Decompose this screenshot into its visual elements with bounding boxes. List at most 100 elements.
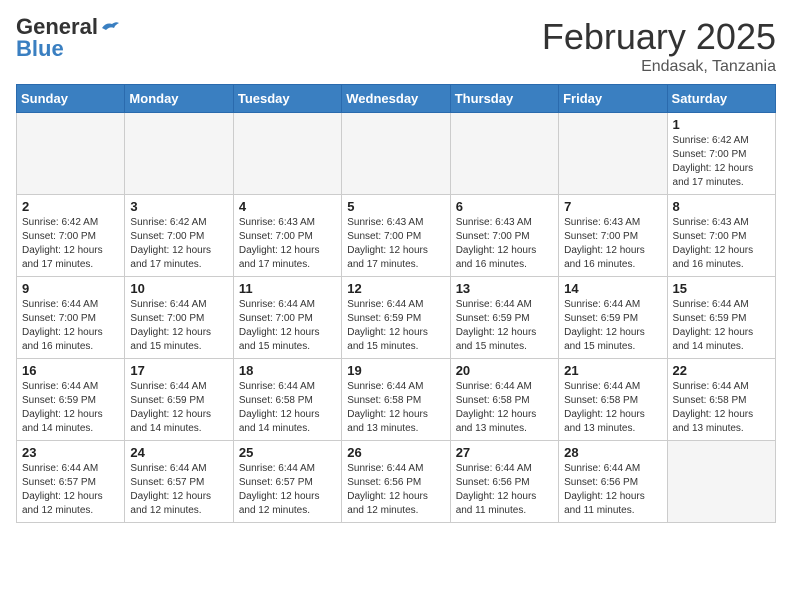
calendar-week-row: 9 Sunrise: 6:44 AM Sunset: 7:00 PM Daylig…: [17, 277, 776, 359]
weekday-header: Friday: [559, 85, 667, 113]
calendar-cell: 10 Sunrise: 6:44 AM Sunset: 7:00 PM Dayli…: [125, 277, 233, 359]
calendar-cell: [450, 113, 558, 195]
day-number: 3: [130, 199, 227, 214]
day-number: 14: [564, 281, 661, 296]
day-number: 22: [673, 363, 770, 378]
calendar-cell: 8 Sunrise: 6:43 AM Sunset: 7:00 PM Daylig…: [667, 195, 775, 277]
day-number: 21: [564, 363, 661, 378]
calendar-cell: 18Sunrise: 6:44 AM Sunset: 6:58 PM Dayli…: [233, 359, 341, 441]
calendar-cell: [125, 113, 233, 195]
day-info: Sunrise: 6:44 AM Sunset: 6:58 PM Dayligh…: [456, 380, 553, 436]
calendar-cell: 22 Sunrise: 6:44 AM Sunset: 6:58 PM Dayli…: [667, 359, 775, 441]
day-number: 5: [347, 199, 444, 214]
calendar-cell: 17 Sunrise: 6:44 AM Sunset: 6:59 PM Dayli…: [125, 359, 233, 441]
day-info: Sunrise: 6:44 AM Sunset: 6:56 PM Dayligh…: [347, 462, 444, 518]
day-number: 1: [673, 117, 770, 132]
day-number: 23: [22, 445, 119, 460]
day-info: Sunrise: 6:44 AM Sunset: 6:56 PM Dayligh…: [564, 462, 661, 518]
day-number: 9: [22, 281, 119, 296]
weekday-header: Monday: [125, 85, 233, 113]
day-number: 20: [456, 363, 553, 378]
day-number: 17: [130, 363, 227, 378]
calendar-cell: [342, 113, 450, 195]
day-info: Sunrise: 6:43 AM Sunset: 7:00 PM Dayligh…: [564, 216, 661, 272]
calendar-cell: 7 Sunrise: 6:43 AM Sunset: 7:00 PM Daylig…: [559, 195, 667, 277]
logo: General Blue: [16, 16, 120, 60]
day-number: 13: [456, 281, 553, 296]
weekday-header: Tuesday: [233, 85, 341, 113]
day-number: 11: [239, 281, 336, 296]
calendar-week-row: 23 Sunrise: 6:44 AM Sunset: 6:57 PM Dayli…: [17, 441, 776, 523]
calendar-week-row: 2 Sunrise: 6:42 AM Sunset: 7:00 PM Daylig…: [17, 195, 776, 277]
calendar-cell: 26 Sunrise: 6:44 AM Sunset: 6:56 PM Dayli…: [342, 441, 450, 523]
day-number: 8: [673, 199, 770, 214]
calendar-cell: [17, 113, 125, 195]
day-info: Sunrise: 6:43 AM Sunset: 7:00 PM Dayligh…: [673, 216, 770, 272]
day-number: 25: [239, 445, 336, 460]
calendar-cell: 24Sunrise: 6:44 AM Sunset: 6:57 PM Dayli…: [125, 441, 233, 523]
weekday-header-row: SundayMondayTuesdayWednesdayThursdayFrid…: [17, 85, 776, 113]
day-info: Sunrise: 6:44 AM Sunset: 6:57 PM Dayligh…: [22, 462, 119, 518]
day-info: Sunrise: 6:44 AM Sunset: 6:58 PM Dayligh…: [673, 380, 770, 436]
day-number: 27: [456, 445, 553, 460]
calendar-cell: 12 Sunrise: 6:44 AM Sunset: 6:59 PM Dayli…: [342, 277, 450, 359]
calendar-cell: 27 Sunrise: 6:44 AM Sunset: 6:56 PM Dayli…: [450, 441, 558, 523]
calendar-cell: [233, 113, 341, 195]
calendar-cell: 2 Sunrise: 6:42 AM Sunset: 7:00 PM Daylig…: [17, 195, 125, 277]
page-header: General Blue February 2025 Endasak, Tanz…: [16, 16, 776, 76]
day-info: Sunrise: 6:44 AM Sunset: 6:59 PM Dayligh…: [130, 380, 227, 436]
day-info: Sunrise: 6:44 AM Sunset: 6:57 PM Dayligh…: [239, 462, 336, 518]
day-number: 6: [456, 199, 553, 214]
logo-blue: Blue: [16, 38, 64, 60]
day-info: Sunrise: 6:42 AM Sunset: 7:00 PM Dayligh…: [22, 216, 119, 272]
calendar-cell: 19 Sunrise: 6:44 AM Sunset: 6:58 PM Dayli…: [342, 359, 450, 441]
calendar-week-row: 16 Sunrise: 6:44 AM Sunset: 6:59 PM Dayli…: [17, 359, 776, 441]
calendar-cell: 9 Sunrise: 6:44 AM Sunset: 7:00 PM Daylig…: [17, 277, 125, 359]
day-number: 19: [347, 363, 444, 378]
day-number: 16: [22, 363, 119, 378]
calendar-cell: 1 Sunrise: 6:42 AM Sunset: 7:00 PM Daylig…: [667, 113, 775, 195]
day-number: 28: [564, 445, 661, 460]
location: Endasak, Tanzania: [542, 58, 776, 76]
day-info: Sunrise: 6:44 AM Sunset: 6:59 PM Dayligh…: [347, 298, 444, 354]
day-number: 2: [22, 199, 119, 214]
day-number: 10: [130, 281, 227, 296]
calendar-cell: 4 Sunrise: 6:43 AM Sunset: 7:00 PM Daylig…: [233, 195, 341, 277]
day-info: Sunrise: 6:42 AM Sunset: 7:00 PM Dayligh…: [673, 134, 770, 190]
day-number: 18: [239, 363, 336, 378]
calendar-cell: 3 Sunrise: 6:42 AM Sunset: 7:00 PM Daylig…: [125, 195, 233, 277]
calendar-cell: [667, 441, 775, 523]
day-info: Sunrise: 6:43 AM Sunset: 7:00 PM Dayligh…: [239, 216, 336, 272]
day-info: Sunrise: 6:44 AM Sunset: 7:00 PM Dayligh…: [22, 298, 119, 354]
title-block: February 2025 Endasak, Tanzania: [542, 16, 776, 76]
day-info: Sunrise: 6:42 AM Sunset: 7:00 PM Dayligh…: [130, 216, 227, 272]
calendar-week-row: 1 Sunrise: 6:42 AM Sunset: 7:00 PM Daylig…: [17, 113, 776, 195]
month-title: February 2025: [542, 16, 776, 58]
day-number: 7: [564, 199, 661, 214]
day-info: Sunrise: 6:44 AM Sunset: 6:56 PM Dayligh…: [456, 462, 553, 518]
day-info: Sunrise: 6:44 AM Sunset: 7:00 PM Dayligh…: [130, 298, 227, 354]
day-number: 4: [239, 199, 336, 214]
day-info: Sunrise: 6:44 AM Sunset: 6:59 PM Dayligh…: [22, 380, 119, 436]
calendar-cell: 21 Sunrise: 6:44 AM Sunset: 6:58 PM Dayli…: [559, 359, 667, 441]
day-info: Sunrise: 6:44 AM Sunset: 6:58 PM Dayligh…: [564, 380, 661, 436]
calendar-cell: 25 Sunrise: 6:44 AM Sunset: 6:57 PM Dayli…: [233, 441, 341, 523]
day-number: 24: [130, 445, 227, 460]
calendar-cell: 15Sunrise: 6:44 AM Sunset: 6:59 PM Dayli…: [667, 277, 775, 359]
calendar-cell: [559, 113, 667, 195]
weekday-header: Wednesday: [342, 85, 450, 113]
weekday-header: Thursday: [450, 85, 558, 113]
day-number: 15: [673, 281, 770, 296]
calendar-cell: 20 Sunrise: 6:44 AM Sunset: 6:58 PM Dayli…: [450, 359, 558, 441]
day-info: Sunrise: 6:43 AM Sunset: 7:00 PM Dayligh…: [347, 216, 444, 272]
calendar-cell: 6 Sunrise: 6:43 AM Sunset: 7:00 PM Daylig…: [450, 195, 558, 277]
calendar-cell: 16 Sunrise: 6:44 AM Sunset: 6:59 PM Dayli…: [17, 359, 125, 441]
day-info: Sunrise: 6:44 AM Sunset: 6:58 PM Dayligh…: [347, 380, 444, 436]
day-info: Sunrise: 6:44 AM Sunset: 6:59 PM Dayligh…: [456, 298, 553, 354]
day-info: Sunrise: 6:44 AM Sunset: 6:59 PM Dayligh…: [564, 298, 661, 354]
day-number: 12: [347, 281, 444, 296]
day-info: Sunrise: 6:43 AM Sunset: 7:00 PM Dayligh…: [456, 216, 553, 272]
weekday-header: Saturday: [667, 85, 775, 113]
calendar-cell: 28 Sunrise: 6:44 AM Sunset: 6:56 PM Dayli…: [559, 441, 667, 523]
day-number: 26: [347, 445, 444, 460]
